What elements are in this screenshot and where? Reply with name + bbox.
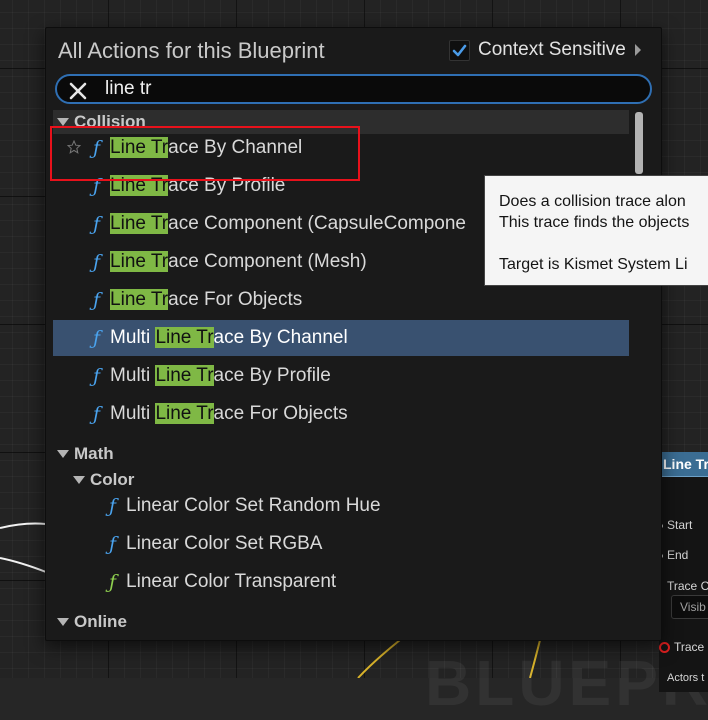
category-header[interactable]: Math xyxy=(53,442,629,466)
action-tooltip: Does a collision trace alon This trace f… xyxy=(484,175,708,286)
pure-function-icon: ƒ xyxy=(109,571,117,593)
category-label: Math xyxy=(74,444,114,463)
search-match-highlight: Line Tr xyxy=(155,403,214,424)
action-item[interactable]: ƒ Line Trace By Channel xyxy=(53,130,629,166)
search-match-highlight: Line Tr xyxy=(110,289,169,310)
label-suffix: ace By Profile xyxy=(213,365,331,386)
action-label: Line Trace Component (Mesh) xyxy=(110,251,367,273)
label-suffix: ace By Channel xyxy=(213,327,348,348)
search-box[interactable] xyxy=(55,74,652,104)
search-input[interactable] xyxy=(105,76,625,102)
action-item[interactable]: ƒ Linear Color Transparent xyxy=(53,564,629,600)
function-icon: ƒ xyxy=(109,533,117,555)
collapse-arrow-icon[interactable] xyxy=(73,476,85,484)
function-icon: ƒ xyxy=(93,365,101,387)
tooltip-line: Does a collision trace alon xyxy=(499,193,686,210)
label-prefix: Multi xyxy=(110,327,156,348)
context-sensitive-checkbox[interactable] xyxy=(449,39,470,61)
collapse-arrow-icon[interactable] xyxy=(57,450,69,458)
context-sensitive-toggle[interactable]: Context Sensitive xyxy=(449,39,641,61)
search-match-highlight: Line Tr xyxy=(110,137,169,158)
search-match-highlight: Line Tr xyxy=(155,365,214,386)
action-label: Line Trace For Objects xyxy=(110,289,302,311)
action-label: Line Trace By Channel xyxy=(110,137,302,159)
tooltip-line: This trace finds the objects xyxy=(499,214,690,231)
favorite-star-icon[interactable] xyxy=(67,140,81,154)
label-prefix: Multi xyxy=(110,365,156,386)
function-icon: ƒ xyxy=(93,213,101,235)
node-title: Line Tra xyxy=(659,452,708,477)
action-label: Linear Color Set Random Hue xyxy=(126,495,381,517)
action-label-text: Linear Color Transparent xyxy=(126,571,337,592)
function-icon: ƒ xyxy=(93,137,101,159)
function-icon: ƒ xyxy=(93,403,101,425)
scrollbar-thumb[interactable] xyxy=(635,112,643,174)
action-item[interactable]: ƒ Linear Color Set Random Hue xyxy=(53,488,629,524)
end-pin-label: End xyxy=(667,548,689,562)
action-label: Line Trace Component (CapsuleCompone xyxy=(110,213,466,235)
action-item[interactable]: ƒ Multi Line Trace For Objects xyxy=(53,396,629,432)
menu-title: All Actions for this Blueprint xyxy=(58,38,325,63)
checkmark-icon xyxy=(452,44,467,56)
label-suffix: ace Component (Mesh) xyxy=(168,251,367,272)
context-sensitive-label: Context Sensitive xyxy=(478,39,626,60)
pin-ring-icon xyxy=(659,642,670,654)
action-item[interactable]: ƒ Multi Line Trace By Profile xyxy=(53,358,629,394)
action-label: Multi Line Trace By Channel xyxy=(110,327,348,349)
tooltip-line: Target is Kismet System Li xyxy=(499,256,688,273)
function-icon: ƒ xyxy=(93,251,101,273)
line-trace-node[interactable]: Line Tra Start End Trace C Visib Trace C… xyxy=(659,452,708,692)
action-label: Multi Line Trace For Objects xyxy=(110,403,348,425)
label-prefix: Multi xyxy=(110,403,156,424)
actors-to-ignore-pin-label: Actors t xyxy=(667,672,705,684)
start-pin[interactable]: Start xyxy=(659,518,692,532)
action-menu: All Actions for this Blueprint Context S… xyxy=(45,27,662,641)
search-match-highlight: Line Tr xyxy=(155,327,214,348)
trace-complex-pin-label: Trace C xyxy=(674,640,708,654)
trace-channel-pin-label: Trace C xyxy=(667,579,708,593)
search-match-highlight: Line Tr xyxy=(110,251,169,272)
start-pin-label: Start xyxy=(667,518,693,532)
trace-complex-pin[interactable]: Trace C xyxy=(659,640,708,654)
clear-search-icon[interactable] xyxy=(68,81,88,101)
collapse-arrow-icon[interactable] xyxy=(57,618,69,626)
action-label-text: Linear Color Set RGBA xyxy=(126,533,323,554)
search-match-highlight: Line Tr xyxy=(110,175,169,196)
label-suffix: ace By Channel xyxy=(168,137,303,158)
action-label: Linear Color Set RGBA xyxy=(126,533,322,555)
label-suffix: ace By Profile xyxy=(168,175,286,196)
category-label: Online xyxy=(74,612,127,631)
function-icon: ƒ xyxy=(93,289,101,311)
label-suffix: ace Component (CapsuleCompone xyxy=(168,213,466,234)
category-label: Color xyxy=(90,470,135,489)
action-item[interactable]: ƒ Line Trace For Objects xyxy=(53,282,629,318)
action-label: Linear Color Transparent xyxy=(126,571,336,593)
action-label: Line Trace By Profile xyxy=(110,175,285,197)
expand-arrow-icon[interactable] xyxy=(634,44,641,56)
category-header[interactable]: Online xyxy=(53,610,629,634)
action-label-text: Linear Color Set Random Hue xyxy=(126,495,381,516)
trace-channel-dropdown[interactable]: Visib xyxy=(671,595,708,619)
search-match-highlight: Line Tr xyxy=(110,213,169,234)
collapse-arrow-icon[interactable] xyxy=(57,118,69,126)
label-suffix: ace For Objects xyxy=(213,403,348,424)
function-icon: ƒ xyxy=(93,327,101,349)
label-suffix: ace For Objects xyxy=(168,289,303,310)
category-label: Collision xyxy=(74,112,146,131)
action-item[interactable]: ƒ Multi Line Trace By Channel xyxy=(53,320,629,356)
function-icon: ƒ xyxy=(93,175,101,197)
function-icon: ƒ xyxy=(109,495,117,517)
action-item[interactable]: ƒ Linear Color Set RGBA xyxy=(53,526,629,562)
end-pin[interactable]: End xyxy=(659,548,688,562)
action-label: Multi Line Trace By Profile xyxy=(110,365,331,387)
